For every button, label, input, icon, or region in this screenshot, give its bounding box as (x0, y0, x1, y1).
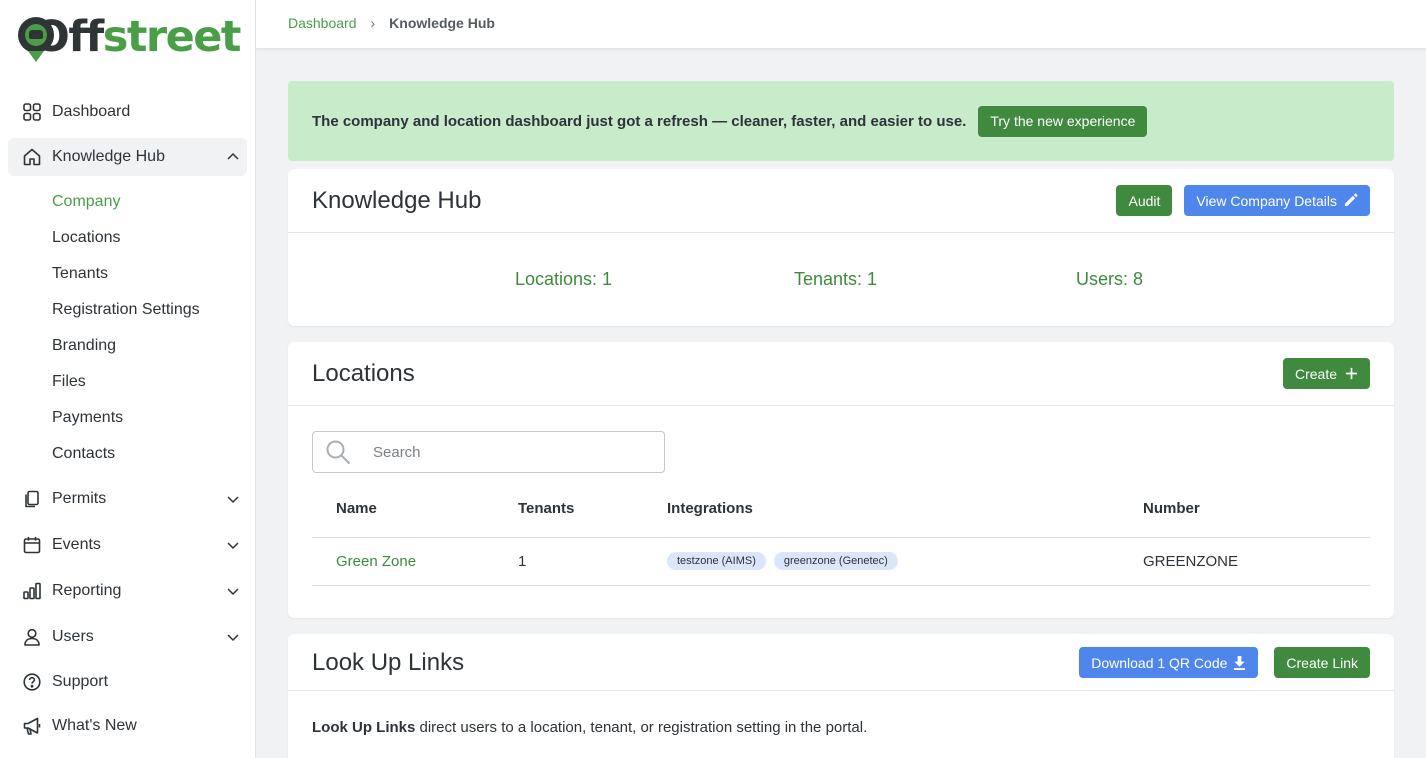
audit-button[interactable]: Audit (1116, 185, 1173, 216)
sidebar-subitem-branding[interactable]: Branding (52, 335, 116, 357)
pencil-icon (1344, 193, 1358, 207)
card-header: Look Up Links Download 1 QR Code Create … (288, 634, 1394, 691)
button-label: View Company Details (1196, 192, 1337, 209)
knowledge-hub-card: Knowledge Hub Audit View Company Details… (288, 169, 1394, 326)
page-title: Knowledge Hub (312, 187, 482, 214)
sidebar-subitem-registration-settings[interactable]: Registration Settings (52, 299, 200, 321)
help-circle-icon (22, 672, 42, 692)
try-new-experience-button[interactable]: Try the new experience (978, 105, 1148, 137)
chevron-down-icon (227, 588, 239, 596)
lookup-links-card: Look Up Links Download 1 QR Code Create … (288, 634, 1394, 758)
description-bold: Look Up Links (312, 719, 416, 736)
sidebar-subitem-tenants[interactable]: Tenants (52, 263, 108, 285)
chevron-down-icon (227, 634, 239, 642)
stat-tenants[interactable]: Tenants: 1 (794, 269, 877, 290)
sidebar-item-label: Support (52, 673, 109, 690)
column-header-integrations[interactable]: Integrations (667, 500, 753, 517)
table-divider (312, 585, 1370, 586)
column-header-name[interactable]: Name (336, 500, 377, 517)
sidebar-subitem-company[interactable]: Company (52, 191, 120, 213)
create-location-button[interactable]: Create (1282, 358, 1370, 389)
locations-title: Locations (312, 360, 415, 387)
sidebar-item-label: Dashboard (52, 103, 131, 120)
stat-users[interactable]: Users: 8 (1076, 269, 1143, 290)
lookup-links-description: Look Up Links direct users to a location… (312, 719, 867, 736)
sidebar: Offstreet Dashboard Knowledge Hub Compan… (0, 0, 256, 758)
sidebar-item-support[interactable]: Support (8, 663, 247, 701)
refresh-banner: The company and location dashboard just … (288, 81, 1394, 161)
home-icon (22, 147, 42, 167)
sidebar-item-label: Reporting (52, 582, 122, 599)
plus-icon (1345, 367, 1358, 380)
breadcrumb: Dashboard › Knowledge Hub (288, 15, 495, 31)
location-integrations: testzone (AIMS) greenzone (Genetec) (667, 551, 906, 570)
sidebar-item-whats-new[interactable]: What's New (8, 707, 247, 745)
search-input[interactable] (373, 443, 653, 461)
card-header: Locations Create (288, 342, 1394, 406)
location-number: GREENZONE (1143, 553, 1239, 570)
breadcrumb-dashboard-link[interactable]: Dashboard (288, 15, 357, 31)
location-tenants: 1 (518, 553, 527, 570)
sidebar-item-permits[interactable]: Permits (8, 480, 247, 518)
megaphone-icon (22, 716, 42, 736)
sidebar-item-label: Knowledge Hub (52, 148, 165, 165)
table-divider (312, 537, 1370, 538)
integration-tag: greenzone (Genetec) (773, 552, 898, 570)
topbar: Dashboard › Knowledge Hub (256, 0, 1426, 49)
sidebar-item-label: Users (52, 628, 94, 645)
locations-card: Locations Create Name Tenants Integratio… (288, 342, 1394, 618)
search-icon (326, 440, 350, 464)
create-link-button[interactable]: Create Link (1274, 647, 1370, 678)
download-icon (1234, 655, 1246, 670)
chevron-up-icon (227, 152, 239, 160)
bar-chart-icon (22, 581, 42, 601)
document-icon (22, 489, 42, 509)
calendar-icon (22, 535, 42, 555)
logo-wordmark: Offstreet (33, 11, 241, 62)
sidebar-subitem-locations[interactable]: Locations (52, 227, 121, 249)
download-qr-code-button[interactable]: Download 1 QR Code (1079, 647, 1259, 678)
sidebar-item-label: Permits (52, 490, 107, 507)
breadcrumb-separator: › (370, 15, 376, 31)
lookup-links-title: Look Up Links (312, 649, 465, 676)
grid-icon (22, 102, 42, 122)
view-company-details-button[interactable]: View Company Details (1184, 185, 1370, 216)
user-icon (22, 627, 42, 647)
sidebar-item-label: What's New (52, 717, 137, 734)
sidebar-subitem-contacts[interactable]: Contacts (52, 443, 115, 465)
button-label: Download 1 QR Code (1091, 654, 1228, 671)
company-stats: Locations: 1 Tenants: 1 Users: 8 (288, 269, 1394, 293)
sidebar-subitem-files[interactable]: Files (52, 371, 86, 393)
location-search (312, 431, 665, 473)
sidebar-item-label: Events (52, 536, 101, 553)
breadcrumb-current: Knowledge Hub (389, 15, 495, 31)
column-header-tenants[interactable]: Tenants (518, 500, 574, 517)
sidebar-item-users[interactable]: Users (8, 618, 247, 656)
column-header-number[interactable]: Number (1143, 500, 1200, 517)
button-label: Create (1294, 365, 1337, 382)
chevron-down-icon (227, 542, 239, 550)
chevron-down-icon (227, 496, 239, 504)
banner-text: The company and location dashboard just … (312, 112, 967, 130)
card-header: Knowledge Hub Audit View Company Details (288, 169, 1394, 233)
sidebar-item-reporting[interactable]: Reporting (8, 572, 247, 610)
description-text: direct users to a location, tenant, or r… (415, 719, 868, 736)
sidebar-item-dashboard[interactable]: Dashboard (8, 93, 247, 131)
location-name-link[interactable]: Green Zone (336, 553, 416, 570)
stat-locations[interactable]: Locations: 1 (515, 269, 612, 290)
sidebar-item-events[interactable]: Events (8, 526, 247, 564)
offstreet-logo[interactable]: Offstreet (18, 11, 242, 66)
integration-tag: testzone (AIMS) (667, 552, 766, 570)
location-pin-icon (18, 15, 54, 65)
sidebar-item-knowledge-hub[interactable]: Knowledge Hub (8, 138, 247, 176)
sidebar-subitem-payments[interactable]: Payments (52, 407, 123, 429)
